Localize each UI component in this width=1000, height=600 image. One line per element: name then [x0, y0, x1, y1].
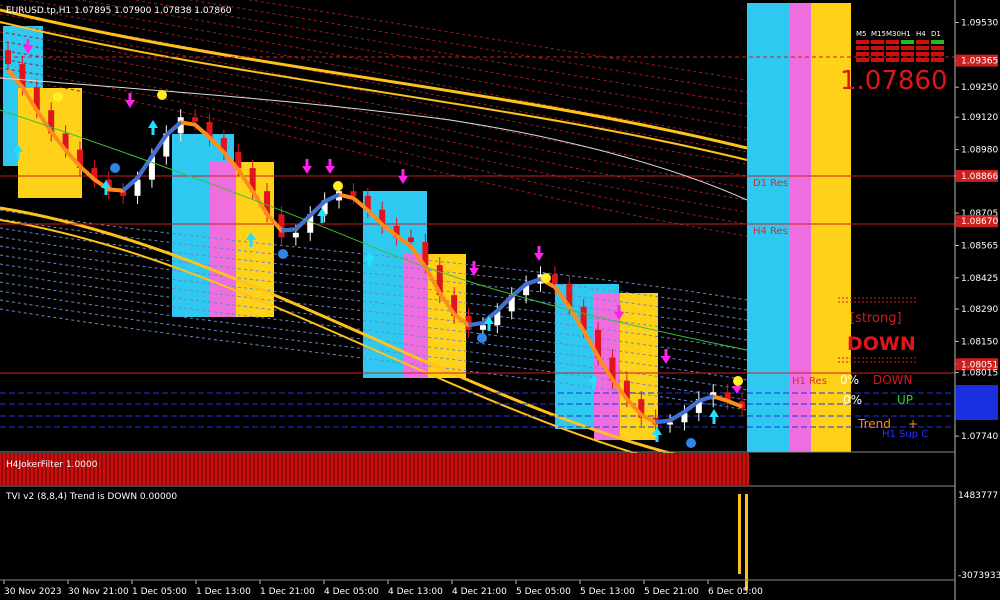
- strong-label: [strong]: [850, 311, 902, 326]
- signal-line1-dir: DOWN: [873, 373, 913, 387]
- signal-dot-yellow: [53, 92, 63, 102]
- tf-cell: [931, 40, 944, 44]
- candle-body: [292, 232, 299, 238]
- session-box: [18, 88, 82, 198]
- tf-cell: [931, 58, 944, 62]
- tf-cell: [931, 46, 944, 50]
- x-tick-label: 6 Dec 05:00: [708, 587, 763, 597]
- h4-res-label: H4 Res: [753, 226, 788, 237]
- x-tick-label: 4 Dec 21:00: [452, 587, 507, 597]
- signal-line2-pct: 0%: [843, 393, 862, 407]
- tf-cell: [871, 46, 884, 50]
- x-tick-label: 1 Dec 21:00: [260, 587, 315, 597]
- signal-dot-blue: [477, 333, 487, 343]
- x-tick-label: 5 Dec 05:00: [516, 587, 571, 597]
- x-tick-label: 1 Dec 13:00: [196, 587, 251, 597]
- signal-dot-yellow: [157, 90, 167, 100]
- y-tick-label: 1.08670: [961, 217, 998, 227]
- filter-label: H4JokerFilter 1.0000: [6, 460, 98, 470]
- y-tick-label: 1.09250: [961, 83, 998, 93]
- tf-cell: [856, 58, 869, 62]
- y-tick-label: 1.07740: [961, 432, 998, 442]
- current-price-big: 1.07860: [840, 66, 948, 96]
- x-tick-label: 4 Dec 05:00: [324, 587, 379, 597]
- x-tick-label: 30 Nov 2023: [4, 587, 62, 597]
- y-tick-label: 1.08866: [961, 172, 998, 182]
- tvi-label: TVI v2 (8,8,4) Trend is DOWN 0.00000: [5, 492, 177, 502]
- tf-cell: [886, 40, 899, 44]
- tf-cell: [901, 46, 914, 50]
- trading-chart: D1 Res H4 Res H1 Res H1 Sup C [strong] D…: [0, 0, 1000, 600]
- signal-dot-blue: [686, 438, 696, 448]
- signal-dot-blue: [278, 249, 288, 259]
- tf-cell: [916, 40, 929, 44]
- tf-cell: [901, 58, 914, 62]
- price-level-tag: [956, 397, 998, 409]
- y-tick-label: 1.08015: [961, 369, 998, 379]
- tvi-bar: [738, 494, 741, 574]
- tf-cell: [871, 58, 884, 62]
- signal-dot-yellow: [733, 376, 743, 386]
- d1-res-label: D1 Res: [753, 178, 788, 189]
- tf-cell: [931, 52, 944, 56]
- tf-cell: [916, 58, 929, 62]
- h1-res-label: H1 Res: [792, 376, 827, 387]
- tf-label: M5: [856, 30, 867, 38]
- candle-body: [407, 237, 414, 243]
- tf-label: D1: [931, 30, 941, 38]
- chart-title: EURUSD.tp,H1 1.07895 1.07900 1.07838 1.0…: [6, 6, 232, 16]
- y-tick-label: 1.08150: [961, 337, 998, 347]
- tf-cell: [856, 46, 869, 50]
- candle-body: [479, 325, 486, 330]
- tf-label: H4: [916, 30, 926, 38]
- tvi-axis-top: 1483777: [958, 491, 998, 501]
- signal-line4-sign: +: [908, 417, 918, 431]
- tf-label: M15: [871, 30, 886, 38]
- tf-cell: [871, 40, 884, 44]
- tf-cell: [871, 52, 884, 56]
- session-box: [620, 293, 658, 440]
- y-tick-label: 1.09530: [961, 18, 998, 28]
- y-tick-label: 1.09120: [961, 113, 998, 123]
- candle-body: [350, 191, 357, 196]
- candle-body: [551, 274, 558, 284]
- tf-label: H1: [901, 30, 911, 38]
- tf-cell: [886, 46, 899, 50]
- x-tick-label: 5 Dec 13:00: [580, 587, 635, 597]
- tf-cell: [916, 46, 929, 50]
- tf-cell: [916, 52, 929, 56]
- candle-body: [192, 117, 199, 122]
- signal-line2-dir: UP: [897, 393, 913, 407]
- x-tick-label: 5 Dec 21:00: [644, 587, 699, 597]
- signal-dot-yellow: [541, 273, 551, 283]
- x-tick-label: 4 Dec 13:00: [388, 587, 443, 597]
- tf-cell: [886, 58, 899, 62]
- price-level-tag: [956, 408, 998, 420]
- session-box: [428, 254, 466, 378]
- signal-line4: Trend: [857, 417, 891, 431]
- tf-label: M30: [886, 30, 901, 38]
- candle-body: [5, 50, 11, 65]
- tf-cell: [886, 52, 899, 56]
- y-tick-label: 1.08425: [961, 274, 998, 284]
- y-tick-label: 1.08290: [961, 305, 998, 315]
- tf-cell: [901, 52, 914, 56]
- y-tick-label: 1.08980: [961, 146, 998, 156]
- tvi-axis-bottom: -30739336: [958, 571, 1000, 581]
- signal-line1-pct: 0%: [840, 373, 859, 387]
- tf-cell: [856, 40, 869, 44]
- y-tick-label: 1.08565: [961, 241, 998, 251]
- x-tick-label: 1 Dec 05:00: [132, 587, 187, 597]
- signal-dot-yellow: [333, 181, 343, 191]
- y-tick-label: 1.09365: [961, 57, 998, 67]
- direction-label: DOWN: [847, 333, 916, 355]
- x-tick-label: 30 Nov 21:00: [68, 587, 129, 597]
- tf-cell: [856, 52, 869, 56]
- price-level-tag: [956, 385, 998, 397]
- tvi-bar: [745, 494, 748, 590]
- signal-dot-blue: [110, 163, 120, 173]
- tf-cell: [901, 40, 914, 44]
